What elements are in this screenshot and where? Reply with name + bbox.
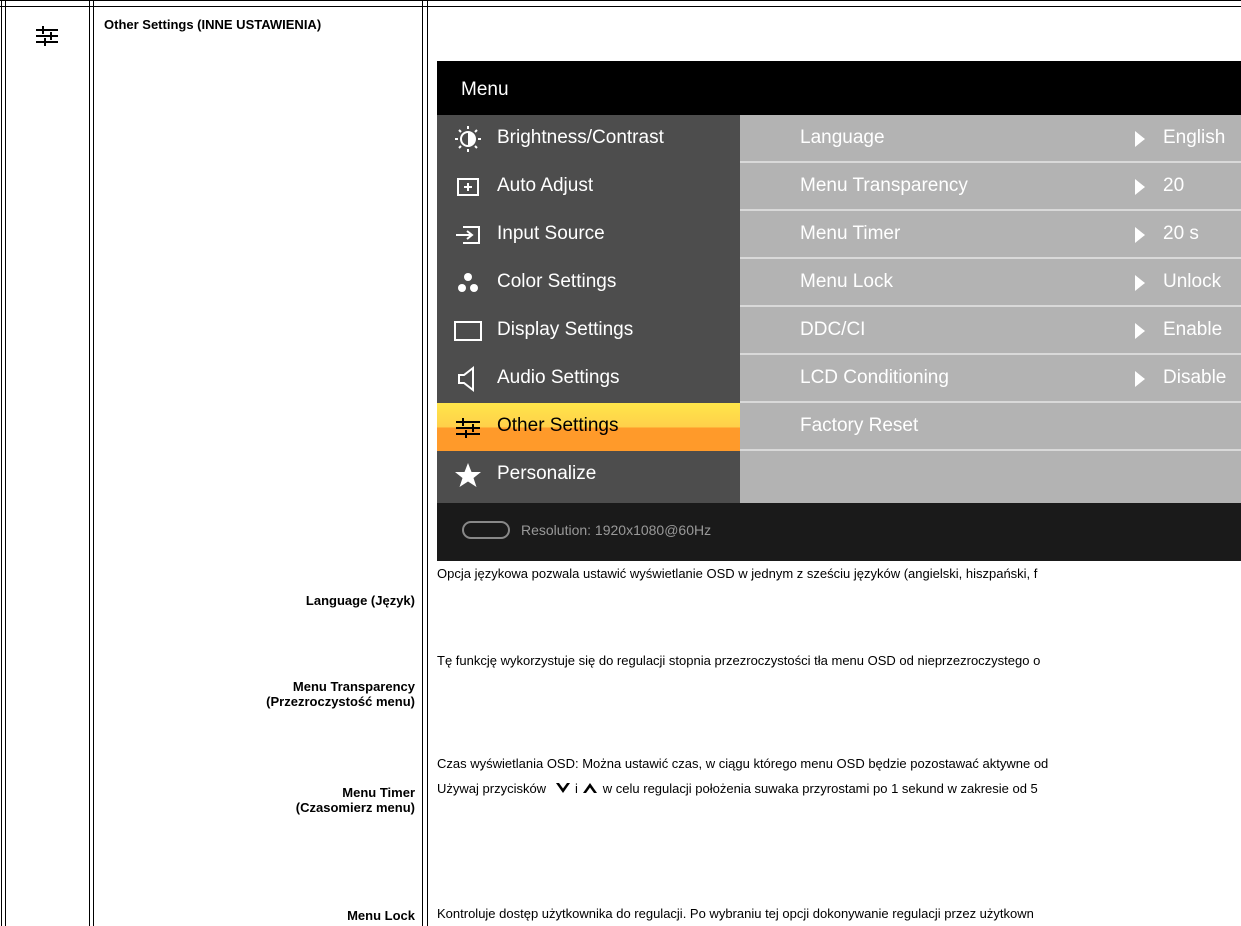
- chevron-down-icon: [555, 781, 571, 800]
- arrow-right-icon: [1135, 323, 1145, 339]
- osd-option-value: 20: [1163, 175, 1185, 196]
- osd-option-label: Menu Timer: [800, 223, 901, 244]
- arrow-right-icon: [1135, 179, 1145, 195]
- arrow-right-icon: [1135, 275, 1145, 291]
- osd-option-ddc-ci: DDC/CI Enable: [740, 307, 1241, 355]
- osd-option-language: Language English: [740, 115, 1241, 163]
- label-menu-transparency-pl: (Przezroczystość menu): [266, 694, 415, 709]
- osd-option-menu-timer: Menu Timer 20 s: [740, 211, 1241, 259]
- arrow-right-icon: [1135, 371, 1145, 387]
- column-divider-inner: [93, 0, 94, 926]
- display-settings-icon: [451, 317, 485, 345]
- osd-option-menu-lock: Menu Lock Unlock: [740, 259, 1241, 307]
- osd-item-brightness-contrast: Brightness/Contrast: [437, 115, 740, 163]
- conjunction-text: i: [574, 781, 578, 796]
- table-top-border: [0, 0, 1241, 1]
- sliders-icon: [34, 24, 60, 48]
- osd-option-value: 20 s: [1163, 223, 1199, 244]
- description-language: Opcja językowa pozwala ustawić wyświetla…: [437, 566, 1038, 581]
- label-language: Language (Język): [305, 593, 415, 608]
- osd-item-label: Other Settings: [497, 415, 619, 436]
- buttons-text: Używaj przycisków: [437, 781, 547, 796]
- input-source-icon: [451, 221, 485, 249]
- osd-footer: Resolution: 1920x1080@60Hz: [437, 503, 1241, 561]
- label-menu-lock: Menu Lock: [347, 908, 415, 923]
- brightness-icon: [451, 125, 485, 153]
- osd-item-color-settings: Color Settings: [437, 259, 740, 307]
- osd-item-label: Input Source: [497, 223, 605, 244]
- osd-option-label: Language: [800, 127, 885, 148]
- description-menu-timer: Czas wyświetlania OSD: Można ustawić cza…: [437, 756, 1049, 771]
- osd-item-label: Auto Adjust: [497, 175, 594, 196]
- osd-title: Menu: [461, 79, 509, 100]
- arrow-right-icon: [1135, 131, 1145, 147]
- osd-option-value: English: [1163, 127, 1226, 148]
- chevron-up-icon: [582, 781, 598, 800]
- osd-item-label: Display Settings: [497, 319, 634, 340]
- label-menu-timer: Menu Timer: [342, 785, 415, 800]
- osd-item-label: Brightness/Contrast: [497, 127, 664, 148]
- column-divider: [422, 0, 423, 926]
- osd-option-label: Factory Reset: [800, 415, 919, 436]
- color-settings-icon: [451, 269, 485, 297]
- description-menu-transparency: Tę funkcję wykorzystuje się do regulacji…: [437, 653, 1041, 668]
- table-row-divider: [0, 6, 1241, 7]
- osd-item-input-source: Input Source: [437, 211, 740, 259]
- table-left-border: [1, 0, 2, 926]
- osd-option-value: Disable: [1163, 367, 1227, 388]
- resolution-text: Resolution: 1920x1080@60Hz: [521, 522, 712, 538]
- description-menu-timer-buttons: Używaj przycisków i w celu regulacji poł…: [437, 780, 1038, 798]
- osd-option-label: DDC/CI: [800, 319, 866, 340]
- osd-item-audio-settings: Audio Settings: [437, 355, 740, 403]
- osd-item-label: Personalize: [497, 463, 597, 484]
- table-left-border-inner: [5, 0, 6, 926]
- osd-item-other-settings: Other Settings: [437, 403, 740, 451]
- column-divider: [89, 0, 90, 926]
- osd-option-lcd-conditioning: LCD Conditioning Disable: [740, 355, 1241, 403]
- label-menu-timer-pl: (Czasomierz menu): [295, 800, 415, 815]
- osd-item-auto-adjust: Auto Adjust: [437, 163, 740, 211]
- star-icon: [451, 461, 485, 489]
- osd-item-personalize: Personalize: [437, 451, 740, 499]
- sliders-icon: [451, 413, 485, 441]
- osd-option-factory-reset: Factory Reset: [740, 403, 1241, 451]
- auto-adjust-icon: [451, 173, 485, 201]
- osd-item-display-settings: Display Settings: [437, 307, 740, 355]
- audio-settings-icon: [451, 365, 485, 393]
- label-menu-transparency: Menu Transparency: [292, 679, 415, 694]
- osd-option-value: Enable: [1163, 319, 1223, 340]
- section-title: Other Settings (INNE USTAWIENIA): [104, 17, 322, 32]
- osd-option-value: Unlock: [1163, 271, 1222, 292]
- osd-option-label: LCD Conditioning: [800, 367, 949, 388]
- osd-option-label: Menu Transparency: [800, 175, 968, 196]
- arrow-right-icon: [1135, 227, 1145, 243]
- osd-option-menu-transparency: Menu Transparency 20: [740, 163, 1241, 211]
- osd-item-label: Color Settings: [497, 271, 617, 292]
- osd-item-label: Audio Settings: [497, 367, 620, 388]
- description-menu-lock: Kontroluje dostęp użytkownika do regulac…: [437, 906, 1034, 921]
- osd-option-label: Menu Lock: [800, 271, 893, 292]
- column-divider-inner: [427, 0, 428, 926]
- osd-menu-screenshot: Menu Brightness/Contrast Auto Adjust Inp…: [437, 61, 1241, 561]
- slider-instructions-text: w celu regulacji położenia suwaka przyro…: [602, 781, 1038, 796]
- vga-connector-icon: [462, 521, 510, 539]
